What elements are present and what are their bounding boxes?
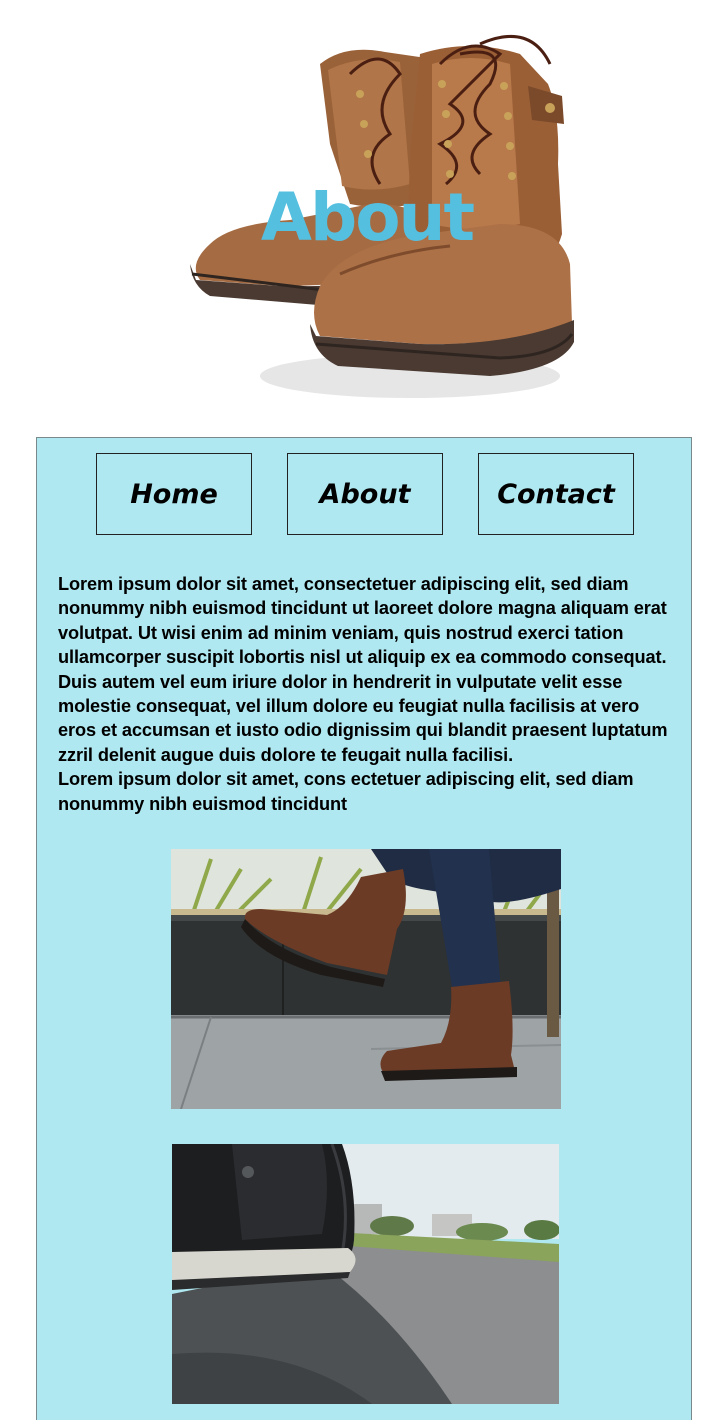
page-title: About — [260, 179, 475, 256]
paragraph-2: Lorem ipsum dolor sit amet, cons ectetue… — [58, 769, 634, 814]
nav-home-button[interactable]: Home — [96, 453, 252, 535]
nav-about-button[interactable]: About — [287, 453, 443, 535]
black-sneaker-on-road-photo — [172, 1144, 559, 1404]
hero-banner: About — [0, 0, 724, 430]
main-content-panel: Home About Contact Lorem ipsum dolor sit… — [36, 437, 692, 1420]
paragraph-1: Lorem ipsum dolor sit amet, consectetuer… — [58, 574, 668, 765]
nav-contact-button[interactable]: Contact — [478, 453, 634, 535]
main-nav: Home About Contact — [37, 453, 693, 537]
about-text: Lorem ipsum dolor sit amet, consectetuer… — [58, 572, 678, 816]
person-in-brown-boots-photo — [171, 849, 561, 1109]
